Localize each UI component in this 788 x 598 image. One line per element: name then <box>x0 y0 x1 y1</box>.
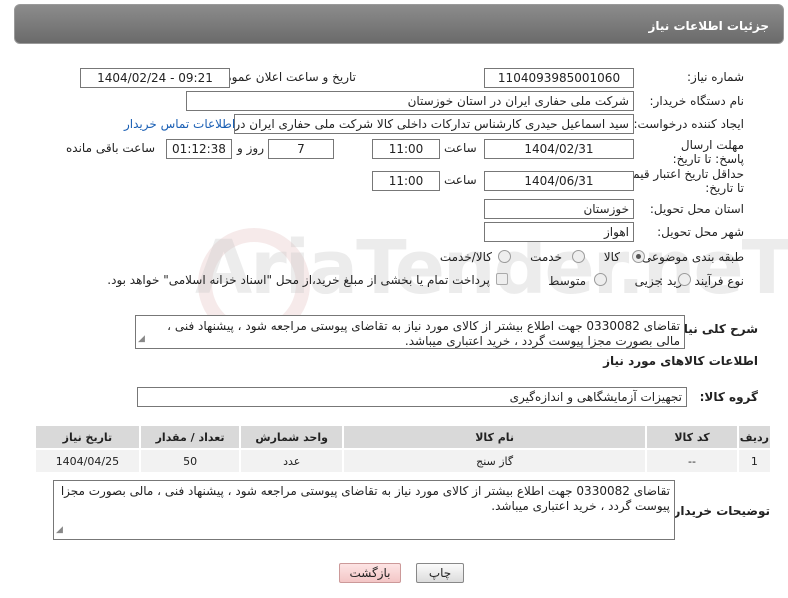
description-textarea[interactable]: تقاضای 0330082 جهت اطلاع بیشتر از کالای … <box>135 315 685 349</box>
goods-group-label: گروه کالا: <box>699 390 758 404</box>
process-option-minor: جزیی <box>634 274 662 288</box>
process-radio-medium[interactable] <box>594 273 607 286</box>
category-option-goods-service: کالا/خدمت <box>439 250 492 264</box>
category-radio-goods[interactable] <box>632 250 645 263</box>
col-header-date: تاریخ نیاز <box>34 424 141 450</box>
col-header-unit: واحد شمارش <box>239 424 345 450</box>
treasury-payment-checkbox[interactable] <box>496 273 508 285</box>
deadline-time-field: 11:00 <box>372 139 440 159</box>
resize-handle-icon[interactable]: ◢ <box>138 332 145 347</box>
process-option-medium: متوسط <box>548 274 586 288</box>
creator-field: سید اسماعیل حیدری کارشناس تدارکات داخلی … <box>234 114 634 134</box>
category-radio-service[interactable] <box>572 250 585 263</box>
city-label: شهر محل تحویل: <box>657 225 744 239</box>
process-label: نوع فرآیند خرید : <box>659 274 744 288</box>
page-header: جزئیات اطلاعات نیاز <box>14 4 784 44</box>
province-label: استان محل تحویل: <box>649 202 744 216</box>
col-header-quantity: تعداد / مقدار <box>138 424 242 450</box>
goods-table: ردیف کد کالا نام کالا واحد شمارش تعداد /… <box>34 424 773 474</box>
deadline-time-label: ساعت <box>444 141 477 155</box>
goods-table-header: ردیف کد کالا نام کالا واحد شمارش تعداد /… <box>34 424 773 450</box>
buyer-notes-text: تقاضای 0330082 جهت اطلاع بیشتر از کالای … <box>60 484 670 513</box>
back-button[interactable]: بازگشت <box>339 563 401 583</box>
remaining-time-field: 01:12:38 <box>166 139 232 159</box>
cell-quantity: 50 <box>138 448 242 474</box>
need-number-field: 1104093985001060 <box>484 68 634 88</box>
category-option-service: خدمت <box>530 250 562 264</box>
days-label: روز و <box>237 141 264 155</box>
goods-section-title: اطلاعات کالاهای مورد نیاز <box>603 354 758 368</box>
announce-label: تاریخ و ساعت اعلان عمومی: <box>211 70 356 84</box>
remaining-label: ساعت باقی مانده <box>66 141 156 155</box>
table-row[interactable]: 1 -- گاز سنج عدد 50 1404/04/25 <box>34 448 773 474</box>
creator-label: ایجاد کننده درخواست: <box>633 117 744 131</box>
treasury-payment-note: پرداخت تمام یا بخشی از مبلغ خرید،از محل … <box>107 273 490 287</box>
page-title: جزئیات اطلاعات نیاز <box>648 19 769 33</box>
resize-handle-icon[interactable]: ◢ <box>56 523 63 538</box>
print-button[interactable]: چاپ <box>416 563 464 583</box>
city-field: اهواز <box>484 222 634 242</box>
need-number-label: شماره نیاز: <box>687 70 744 84</box>
cell-date: 1404/04/25 <box>34 448 141 474</box>
category-radio-goods-service[interactable] <box>498 250 511 263</box>
category-option-goods: کالا <box>603 250 620 264</box>
deadline-date-field: 1404/02/31 <box>484 139 634 159</box>
contact-info-link[interactable]: اطلاعات تماس خریدار <box>124 117 235 131</box>
cell-name: گاز سنج <box>342 448 648 474</box>
col-header-code: کد کالا <box>645 424 739 450</box>
cell-row-number: 1 <box>736 448 773 474</box>
buyer-notes-label: توضیحات خریدار: <box>668 504 770 518</box>
price-validity-time-label: ساعت <box>444 173 477 187</box>
province-field: خوزستان <box>484 199 634 219</box>
days-field: 7 <box>268 139 334 159</box>
announce-field: 1404/02/24 - 09:21 <box>80 68 230 88</box>
price-validity-date-field: 1404/06/31 <box>484 171 634 191</box>
col-header-name: نام کالا <box>342 424 648 450</box>
cell-unit: عدد <box>239 448 345 474</box>
buyer-org-field: شرکت ملی حفاری ایران در استان خوزستان <box>186 91 634 111</box>
cell-code: -- <box>645 448 739 474</box>
goods-group-field: تجهیزات آزمایشگاهی و اندازه‌گیری <box>137 387 687 407</box>
buyer-notes-textarea[interactable]: تقاضای 0330082 جهت اطلاع بیشتر از کالای … <box>53 480 675 540</box>
buyer-org-label: نام دستگاه خریدار: <box>649 94 745 108</box>
category-label: طبقه بندی موضوعی: <box>637 250 744 264</box>
description-text: تقاضای 0330082 جهت اطلاع بیشتر از کالای … <box>167 319 680 348</box>
deadline-label: مهلت ارسال پاسخ: تا تاریخ: <box>672 138 744 166</box>
process-radio-minor[interactable] <box>678 273 691 286</box>
price-validity-time-field: 11:00 <box>372 171 440 191</box>
col-header-row: ردیف <box>736 424 773 450</box>
